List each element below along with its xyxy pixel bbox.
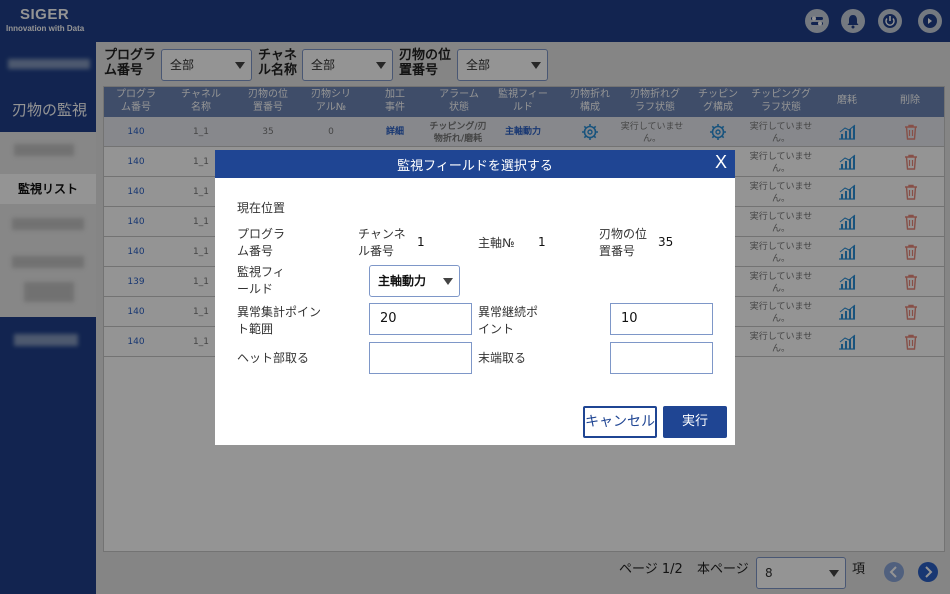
- cancel-button[interactable]: キャンセル: [583, 406, 657, 438]
- anomaly-range-label: 異常集計ポイント範囲: [237, 305, 322, 336]
- close-icon[interactable]: X: [715, 152, 727, 173]
- current-position-label: 現在位置: [237, 201, 286, 215]
- select-field-dialog: 監視フィールドを選択する X 現在位置 プログラム番号 チャンネル番号 1 主軸…: [215, 150, 735, 445]
- blade-position-label: 刃物の位置番号: [599, 227, 648, 258]
- channel-number-value: 1: [417, 235, 425, 249]
- anomaly-range-input[interactable]: 20: [369, 303, 472, 335]
- head-trim-input[interactable]: [369, 342, 472, 374]
- monitor-field-value: 主軸動力: [378, 274, 427, 288]
- continuous-points-label: 異常継続ポイント: [478, 305, 539, 336]
- monitor-field-label: 監視フィールド: [237, 265, 285, 296]
- monitor-field-select[interactable]: 主軸動力: [369, 265, 460, 297]
- channel-number-label: チャンネル番号: [358, 227, 406, 258]
- program-number-label: プログラム番号: [237, 227, 286, 258]
- chevron-down-icon: [443, 278, 453, 285]
- continuous-points-input[interactable]: 10: [610, 303, 713, 335]
- dialog-header: 監視フィールドを選択する X: [215, 150, 735, 178]
- blade-position-value: 35: [658, 235, 674, 249]
- spindle-number-value: 1: [538, 235, 546, 249]
- head-trim-label: ヘット部取る: [237, 351, 310, 365]
- run-button[interactable]: 実行: [663, 406, 727, 438]
- dialog-title: 監視フィールドを選択する: [397, 159, 553, 174]
- tail-trim-label: 末端取る: [478, 351, 527, 365]
- tail-trim-input[interactable]: [610, 342, 713, 374]
- spindle-number-label: 主軸№: [478, 236, 515, 250]
